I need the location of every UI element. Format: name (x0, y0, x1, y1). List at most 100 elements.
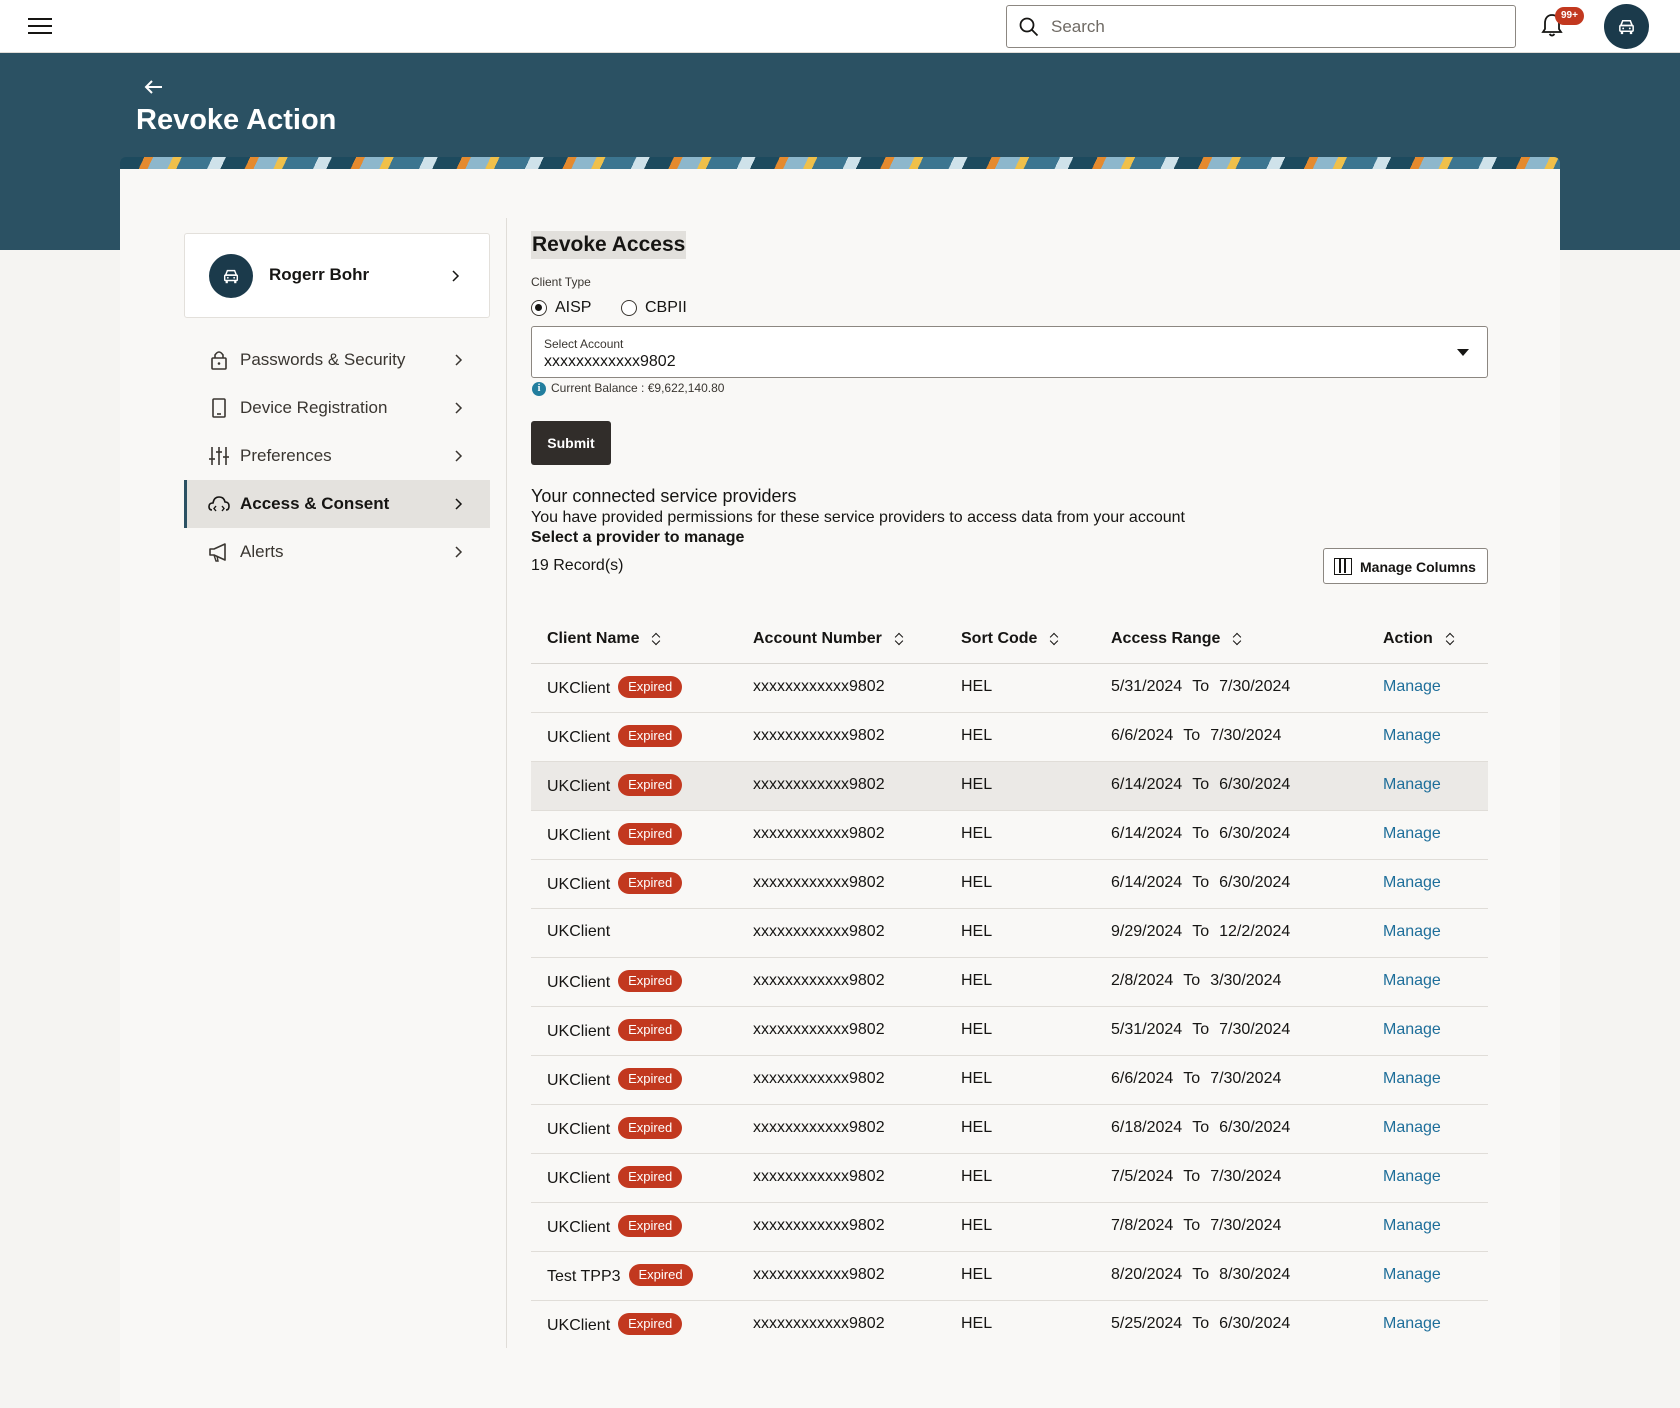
sidebar-item-device-registration[interactable]: Device Registration (184, 384, 490, 432)
manage-link[interactable]: Manage (1383, 776, 1441, 794)
search-box[interactable] (1006, 5, 1516, 48)
radio-circle[interactable] (621, 300, 637, 316)
page-title: Revoke Action (136, 104, 337, 136)
header-access-range[interactable]: Access Range (1111, 630, 1242, 648)
manage-link[interactable]: Manage (1383, 1070, 1441, 1088)
manage-columns-button[interactable]: Manage Columns (1323, 548, 1488, 584)
client-name: UKClient (547, 1072, 611, 1090)
table-row[interactable]: UKClient Expired xxxxxxxxxxxx9802 HEL 6/14/2… (531, 762, 1488, 811)
header-client-name[interactable]: Client Name (547, 630, 661, 648)
table-row[interactable]: UKClient Expired xxxxxxxxxxxx9802 HEL 7/8/20… (531, 1203, 1488, 1252)
range-to: 6/30/2024 (1219, 1119, 1291, 1136)
notification-count-badge: 99+ (1555, 7, 1584, 25)
radio-aisp[interactable]: AISP (531, 298, 591, 318)
back-arrow-icon[interactable] (142, 75, 166, 99)
sidebar-item-access-consent[interactable]: Access & Consent (184, 480, 490, 528)
range-to-label: To (1192, 923, 1210, 940)
client-name-cell: UKClient Expired (547, 1313, 683, 1336)
range-from: 6/14/2024 (1111, 825, 1183, 842)
table-row[interactable]: UKClient Expired xxxxxxxxxxxx9802 HEL 6/6/20… (531, 713, 1488, 762)
expired-badge: Expired (618, 1313, 683, 1335)
range-to-label: To (1192, 1266, 1210, 1283)
range-to: 6/30/2024 (1219, 825, 1291, 842)
access-range: 2/8/2024 To 3/30/2024 (1111, 972, 1281, 990)
range-to: 12/2/2024 (1219, 923, 1291, 940)
manage-link[interactable]: Manage (1383, 1168, 1441, 1186)
sort-code: HEL (961, 1168, 993, 1185)
access-range: 6/18/2024 To 6/30/2024 (1111, 1119, 1290, 1137)
manage-link[interactable]: Manage (1383, 923, 1441, 941)
sort-code: HEL (961, 874, 993, 891)
submit-button[interactable]: Submit (531, 421, 611, 465)
manage-link[interactable]: Manage (1383, 678, 1441, 696)
account-number: xxxxxxxxxxxx9802 (753, 1217, 885, 1234)
manage-link[interactable]: Manage (1383, 1266, 1441, 1284)
hamburger-menu-icon[interactable] (26, 15, 54, 37)
header-action[interactable]: Action (1383, 630, 1455, 648)
search-input[interactable] (1051, 12, 1501, 42)
account-number: xxxxxxxxxxxx9802 (753, 1070, 885, 1087)
table-row[interactable]: UKClient Expired xxxxxxxxxxxx9802 HEL 5/25/2… (531, 1301, 1488, 1336)
manage-link[interactable]: Manage (1383, 1119, 1441, 1137)
select-account-dropdown[interactable]: Select Account xxxxxxxxxxxx9802 (531, 326, 1488, 378)
access-range: 6/14/2024 To 6/30/2024 (1111, 776, 1290, 794)
access-range: 5/31/2024 To 7/30/2024 (1111, 1021, 1290, 1039)
client-name: UKClient (547, 974, 611, 992)
access-range: 6/6/2024 To 7/30/2024 (1111, 727, 1281, 745)
manage-link[interactable]: Manage (1383, 1315, 1441, 1333)
access-range: 5/25/2024 To 6/30/2024 (1111, 1315, 1290, 1333)
manage-link[interactable]: Manage (1383, 1217, 1441, 1235)
range-to-label: To (1192, 776, 1210, 793)
manage-link[interactable]: Manage (1383, 874, 1441, 892)
range-to: 7/30/2024 (1210, 727, 1282, 744)
profile-card[interactable]: Rogerr Bohr (184, 233, 490, 318)
manage-link[interactable]: Manage (1383, 727, 1441, 745)
sort-icon (1232, 632, 1242, 646)
radio-cbpii[interactable]: CBPII (621, 298, 691, 318)
client-name: Test TPP3 (547, 1268, 621, 1286)
range-to-label: To (1183, 1217, 1201, 1234)
sidebar-item-preferences[interactable]: Preferences (184, 432, 490, 480)
client-name-cell: UKClient Expired (547, 823, 683, 847)
table-row[interactable]: UKClient Expired xxxxxxxxxxxx9802 HEL 7/5/20… (531, 1154, 1488, 1203)
sort-code: HEL (961, 923, 993, 940)
radio-circle-selected[interactable] (531, 300, 547, 316)
table-row[interactable]: UKClient Expired xxxxxxxxxxxx9802 HEL 2/8/20… (531, 958, 1488, 1007)
manage-link[interactable]: Manage (1383, 972, 1441, 990)
sidebar-item-alerts[interactable]: Alerts (184, 528, 490, 576)
manage-link[interactable]: Manage (1383, 825, 1441, 843)
decorative-pattern-strip (120, 157, 1560, 169)
table-row[interactable]: Test TPP3 Expired xxxxxxxxxxxx9802 HEL 8/20/… (531, 1252, 1488, 1301)
table-header: Client Name Account Number Sort Code Acc… (531, 614, 1488, 664)
sort-icon (651, 632, 661, 646)
client-type-label: Client Type (531, 275, 591, 289)
range-to-label: To (1192, 678, 1210, 695)
table-row[interactable]: UKClient Expired xxxxxxxxxxxx9802 HEL 6/6/20… (531, 1056, 1488, 1105)
client-name-cell: UKClient Expired (547, 970, 683, 994)
range-to-label: To (1183, 1070, 1201, 1087)
table-row[interactable]: UKClient Expired xxxxxxxxxxxx9802 HEL 6/18/2… (531, 1105, 1488, 1154)
sidebar-item-label: Passwords & Security (240, 350, 406, 369)
user-avatar-button[interactable] (1604, 4, 1649, 49)
sidebar-item-passwords-security[interactable]: Passwords & Security (184, 336, 490, 384)
client-name-cell: Test TPP3 Expired (547, 1264, 693, 1288)
range-to-label: To (1183, 1168, 1201, 1185)
header-sort-code[interactable]: Sort Code (961, 630, 1059, 648)
table-row[interactable]: UKClient Expired xxxxxxxxxxxx9802 HEL 6/14/2… (531, 811, 1488, 860)
range-to-label: To (1192, 825, 1210, 842)
range-from: 5/25/2024 (1111, 1315, 1183, 1332)
range-to-label: To (1183, 972, 1201, 989)
range-to-label: To (1192, 1315, 1210, 1332)
expired-badge: Expired (618, 725, 683, 747)
lock-icon (211, 351, 227, 370)
access-range: 7/8/2024 To 7/30/2024 (1111, 1217, 1281, 1235)
range-from: 7/8/2024 (1111, 1217, 1174, 1234)
client-name: UKClient (547, 827, 611, 845)
table-row[interactable]: UKClient xxxxxxxxxxxx9802 HEL 9/29/2024 To 12… (531, 909, 1488, 958)
table-row[interactable]: UKClient Expired xxxxxxxxxxxx9802 HEL 5/31/2… (531, 664, 1488, 713)
sort-code: HEL (961, 1021, 993, 1038)
table-row[interactable]: UKClient Expired xxxxxxxxxxxx9802 HEL 5/31/2… (531, 1007, 1488, 1056)
header-account-number[interactable]: Account Number (753, 630, 904, 648)
manage-link[interactable]: Manage (1383, 1021, 1441, 1039)
table-row[interactable]: UKClient Expired xxxxxxxxxxxx9802 HEL 6/14/2… (531, 860, 1488, 909)
